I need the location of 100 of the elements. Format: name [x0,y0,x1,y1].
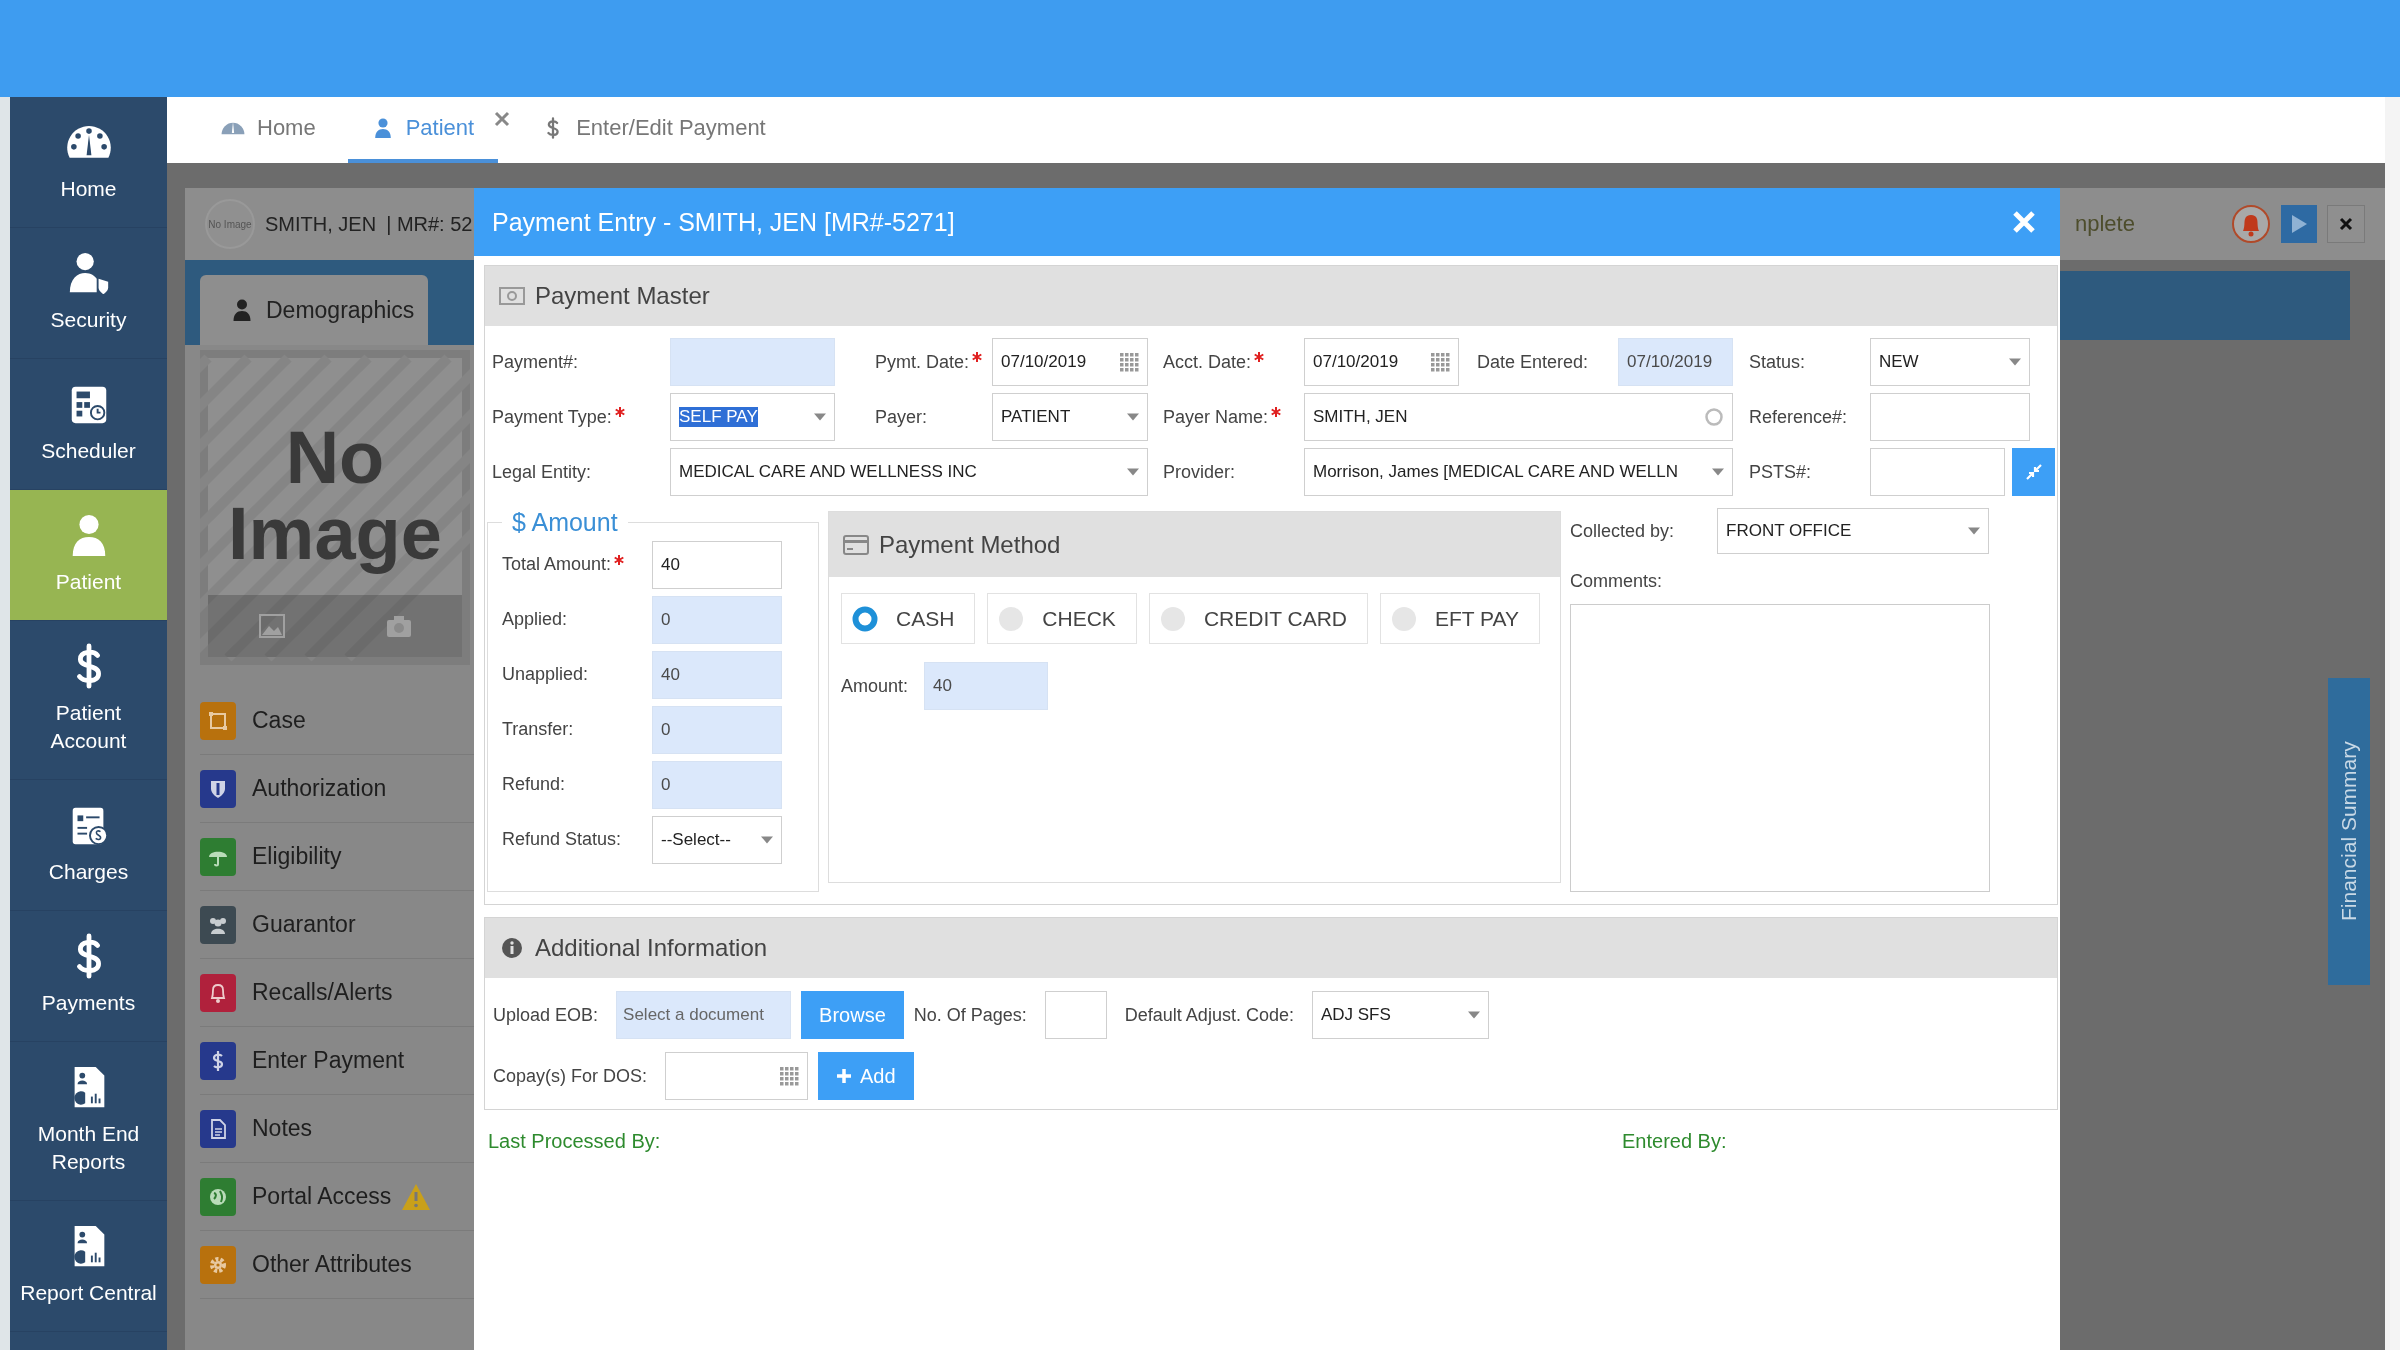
camera-icon[interactable] [385,614,412,638]
search-field[interactable]: SMITH, JEN [1304,393,1733,441]
field-label: Refund: [502,774,566,795]
expand-button[interactable] [2012,448,2055,496]
section-title: Additional Information [535,934,768,962]
play-button[interactable] [2281,205,2317,243]
readonly-field[interactable] [670,338,835,386]
dropdown[interactable]: --Select-- [652,816,782,864]
dropdown[interactable]: PATIENT [992,393,1148,441]
section-title: Payment Method [879,530,1061,559]
dropdown[interactable]: SELF PAY [670,393,835,441]
required-icon [614,554,625,565]
date-field[interactable] [665,1052,809,1100]
tab[interactable]: Home [197,97,340,163]
sidebar-item[interactable]: Home [10,97,167,228]
menu-item[interactable]: Other Attributes [200,1231,474,1299]
text-field[interactable]: 40 [652,541,782,589]
menu-label: Eligibility [252,843,342,870]
menu-item[interactable]: Notes [200,1095,474,1163]
calendar-icon[interactable] [1119,352,1139,372]
dropdown[interactable]: NEW [1870,338,2030,386]
dropdown[interactable]: Morrison, James [MEDICAL CARE AND WELLN [1304,448,1733,496]
close-icon [2012,210,2036,234]
field-label: Acct. Date: [1163,351,1252,373]
menu-item[interactable]: Authorization [200,755,474,823]
sidebar-item[interactable]: Report Central [10,1201,167,1332]
radio-option[interactable]: CREDIT CARD [1148,593,1368,644]
field-label: Reference#: [1749,406,1848,428]
radio-option[interactable]: CHECK [987,593,1137,644]
file-field[interactable]: Select a document [616,991,792,1039]
readonly-field[interactable]: 0 [652,596,782,644]
text-field[interactable] [1870,448,2005,496]
gauge-icon [65,125,112,159]
radio-option[interactable]: CASH [841,593,976,644]
readonly-field[interactable]: 40 [924,662,1049,710]
demographics-tab[interactable]: Demographics [200,275,428,345]
menu-label: Portal Access [252,1183,392,1210]
caret-icon [1467,1011,1480,1019]
close-button[interactable] [2327,205,2365,243]
gauge-icon [221,121,245,135]
side-tab[interactable]: Financial Summary [2328,678,2370,985]
readonly-field[interactable]: 0 [652,706,782,754]
image-icon[interactable] [258,614,285,638]
field-label: Upload EOB: [493,1004,599,1026]
dropdown[interactable]: ADJ SFS [1311,991,1489,1039]
plus-icon [836,1068,853,1084]
close-icon[interactable] [494,111,511,127]
dialog-title: Payment Entry - SMITH, JEN [MR#-5271] [492,207,955,237]
readonly-field[interactable]: 40 [652,651,782,699]
readonly-field[interactable]: 07/10/2019 [1618,338,1733,386]
sidebar-label: Patient Account [49,700,128,754]
sidebar-label: Month End Reports [36,1121,141,1175]
dropdown[interactable]: MEDICAL CARE AND WELLNESS INC [670,448,1148,496]
field-label: Unapplied: [502,664,589,685]
sidebar-item[interactable]: Charges [10,780,167,911]
bell-icon[interactable] [2231,204,2271,244]
date-field[interactable]: 07/10/2019 [1304,338,1459,386]
dropdown[interactable]: FRONT OFFICE [1717,508,1989,554]
menu-item[interactable]: Eligibility [200,823,474,891]
required-icon [1254,352,1265,362]
caret-icon [1127,468,1139,476]
calendar-icon[interactable] [779,1066,800,1086]
field-label: Transfer: [502,719,574,740]
field-label: Total Amount: [502,554,612,575]
tab[interactable]: Enter/Edit Payment [518,97,790,163]
close-icon [2339,217,2353,231]
date-field[interactable]: 07/10/2019 [992,338,1148,386]
caret-icon [1127,413,1139,421]
patient-name: SMITH, JEN [265,212,377,236]
sidebar-label: Payments [41,990,136,1016]
menu-item[interactable]: Case [200,687,474,755]
field-label: Default Adjust. Code: [1124,1004,1294,1026]
field-label: Pymt. Date: [875,351,970,373]
circle-icon [1704,407,1724,427]
text-field[interactable] [1870,393,2030,441]
card-icon [843,533,869,556]
field-label: PSTS#: [1749,461,1812,483]
sidebar-label: Report Central [20,1280,157,1306]
field-label: Comments: [1570,570,1663,592]
entered-by-label: Entered By: [1622,1130,1727,1153]
caret-icon [1712,468,1724,476]
field-label: Amount: [841,675,909,697]
section-title: Payment Master [535,282,710,310]
required-icon [614,407,625,417]
menu-item[interactable]: Enter Payment [200,1027,474,1095]
readonly-field[interactable]: 0 [652,761,782,809]
play-icon [2290,214,2308,234]
comments-field[interactable] [1570,604,1990,892]
field-label: Applied: [502,609,568,630]
field-label: No. Of Pages: [913,1004,1027,1026]
menu-item[interactable]: Portal Access [200,1163,474,1231]
calendar-icon[interactable] [1430,352,1450,372]
caret-icon [761,836,773,844]
menu-item[interactable]: Guarantor [200,891,474,959]
text-field[interactable] [1044,991,1107,1039]
radio-option[interactable]: EFT PAY [1380,593,1541,644]
field-label: Payer Name: [1163,406,1269,428]
menu-item[interactable]: Recalls/Alerts [200,959,474,1027]
field-label: Legal Entity: [492,461,592,483]
field-label: Status: [1749,351,1806,373]
